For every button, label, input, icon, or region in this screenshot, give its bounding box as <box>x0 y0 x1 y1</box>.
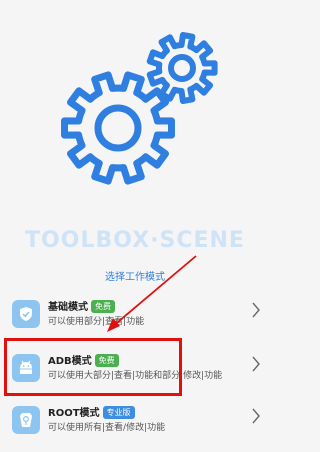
large-gear-icon <box>61 71 175 185</box>
mode-icon-box <box>12 354 40 382</box>
mode-icon-box <box>12 406 40 434</box>
mode-option-basic[interactable]: 基础模式 免费 可以使用部分|查看|功能 <box>0 296 270 344</box>
select-mode-subtitle: 选择工作模式 <box>105 272 165 283</box>
mode-option-root[interactable]: ROOT模式 专业版 可以使用所有|查看/修改|功能 <box>0 402 270 450</box>
root-icon <box>20 413 32 427</box>
mode-label-text: 基础模式 <box>48 302 88 313</box>
chevron-right-icon <box>252 408 260 424</box>
pro-badge: 专业版 <box>102 406 135 419</box>
gears-illustration <box>61 32 218 185</box>
chevron-right-icon <box>252 356 260 372</box>
mode-option-adb[interactable]: ADB模式 免费 可以使用大部分|查看|功能和部分|修改|功能 <box>0 350 270 398</box>
shield-icon <box>20 307 32 321</box>
mode-label: ADB模式 免费 <box>48 352 119 367</box>
mode-description: 可以使用大部分|查看|功能和部分|修改|功能 <box>48 371 223 381</box>
mode-label: 基础模式 免费 <box>48 298 115 313</box>
chevron-right-icon <box>252 302 260 318</box>
mode-label-text: ADB模式 <box>48 356 92 367</box>
mode-label: ROOT模式 专业版 <box>48 404 135 419</box>
android-icon <box>20 360 32 374</box>
mode-description: 可以使用部分|查看|功能 <box>48 317 145 327</box>
free-badge: 免费 <box>91 300 115 313</box>
mode-description: 可以使用所有|查看/修改|功能 <box>48 423 166 433</box>
mode-label-text: ROOT模式 <box>48 408 100 419</box>
free-badge: 免费 <box>94 354 119 367</box>
app-brand-title: TOOLBOX·SCENE <box>25 228 245 253</box>
mode-icon-box <box>12 300 40 328</box>
